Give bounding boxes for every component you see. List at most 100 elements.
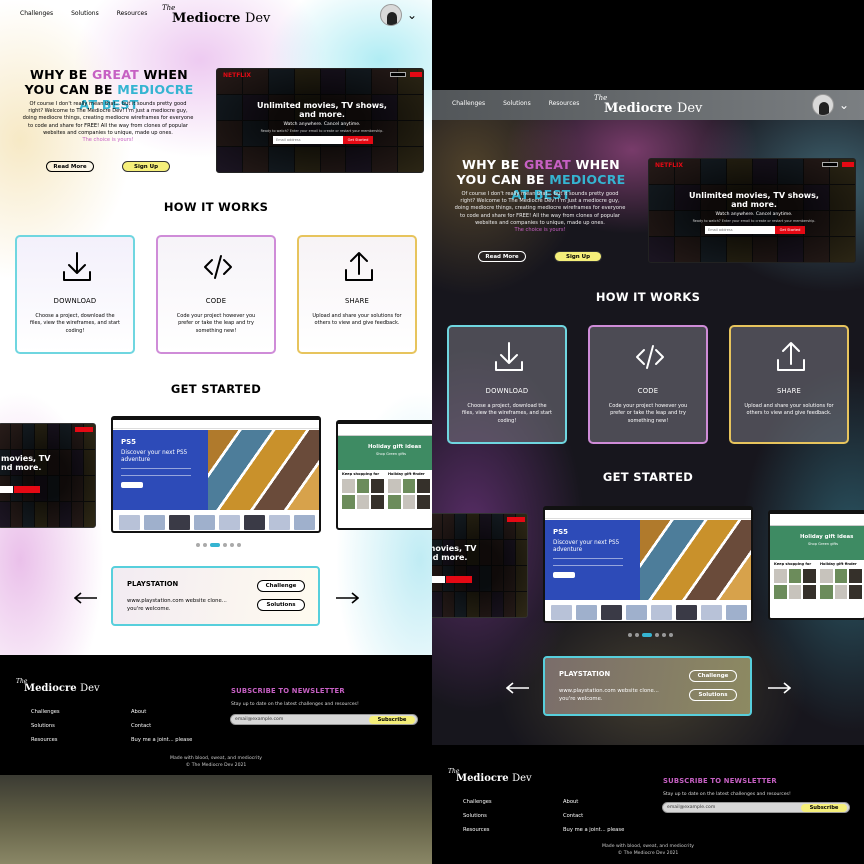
netflix-logo: NETFLIX	[655, 162, 683, 169]
copyright: © The Mediocre Dev 2021	[617, 851, 679, 856]
avatar[interactable]	[380, 4, 402, 26]
arrow-right-icon[interactable]	[335, 592, 359, 604]
carousel-dot[interactable]	[635, 633, 639, 637]
carousel-dot[interactable]	[628, 633, 632, 637]
read-more-button[interactable]: Read More	[478, 251, 526, 262]
arrow-left-icon[interactable]	[74, 592, 98, 604]
chevron-down-icon[interactable]: ⌄	[839, 99, 849, 111]
carousel-slide-playstation[interactable]: PS5 Discover your next PS5 adventure	[111, 416, 321, 533]
share-icon	[777, 342, 805, 371]
carousel-dot[interactable]	[196, 543, 200, 547]
footer-link-resources[interactable]: Resources	[463, 827, 490, 833]
shop-col: Keep shopping for	[774, 562, 816, 618]
netflix-get-started	[446, 576, 472, 583]
share-icon	[345, 252, 373, 281]
card-download[interactable]: DOWNLOAD Choose a project, download the …	[447, 325, 567, 444]
carousel-dot-active[interactable]	[210, 543, 220, 547]
subscribe-button[interactable]: Subscribe	[801, 804, 847, 812]
challenge-button[interactable]: Challenge	[689, 670, 737, 682]
carousel-dot[interactable]	[662, 633, 666, 637]
read-more-button[interactable]: Read More	[46, 161, 94, 172]
shop-sub: Shop Green gifts	[376, 452, 406, 456]
carousel-dot[interactable]	[223, 543, 227, 547]
carousel-dot[interactable]	[655, 633, 659, 637]
footer-link-solutions[interactable]: Solutions	[463, 813, 487, 819]
footer-link-donate[interactable]: Buy me a joint... please	[563, 827, 624, 833]
shop-col-title: Keep shopping for	[342, 472, 380, 476]
logo-bold-text: Mediocre	[24, 683, 77, 694]
site-logo[interactable]: The Mediocre Dev	[162, 4, 282, 28]
footer-link-contact[interactable]: Contact	[131, 723, 151, 729]
card-share[interactable]: SHARE Upload and share your solutions fo…	[297, 235, 417, 354]
how-it-works-title: HOW IT WORKS	[163, 200, 269, 214]
hero-accent: The choice is yours!	[514, 227, 566, 234]
carousel-slide-playstation[interactable]: PS5 Discover your next PS5 adventure	[543, 506, 753, 623]
footer-logo[interactable]: The Mediocre Dev	[16, 678, 106, 700]
nav-link-solutions[interactable]: Solutions	[503, 100, 531, 107]
solutions-button[interactable]: Solutions	[689, 689, 737, 701]
card-title: DOWNLOAD	[485, 387, 529, 395]
footer-credits: Made with blood, sweat, and mediocrity ©…	[558, 843, 738, 857]
nav-link-resources[interactable]: Resources	[117, 10, 148, 17]
logo-light-text: Dev	[676, 101, 703, 116]
project-card[interactable]: PLAYSTATION www.playstation.com website …	[543, 656, 752, 716]
carousel-dot[interactable]	[237, 543, 241, 547]
netflix-sign-in	[507, 517, 525, 522]
footer-link-about[interactable]: About	[563, 799, 578, 805]
netflix-preview[interactable]: NETFLIX Unlimited movies, TV shows, and …	[648, 158, 856, 263]
card-code[interactable]: CODE Code your project however you prefe…	[588, 325, 708, 444]
footer-logo[interactable]: The Mediocre Dev	[448, 768, 538, 790]
sign-up-button[interactable]: Sign Up	[122, 161, 170, 172]
card-share[interactable]: SHARE Upload and share your solutions fo…	[729, 325, 849, 444]
card-title: CODE	[205, 297, 227, 305]
carousel-slide-netflix[interactable]: movies, TV nd more.	[0, 423, 96, 528]
challenge-button[interactable]: Challenge	[257, 580, 305, 592]
newsletter-note: Stay up to date on the latest challenges…	[231, 702, 359, 707]
newsletter-form: email@example.com Subscribe	[230, 714, 418, 725]
card-code[interactable]: CODE Code your project however you prefe…	[156, 235, 276, 354]
footer-link-resources[interactable]: Resources	[31, 737, 58, 743]
logo-light-text: Dev	[80, 683, 100, 694]
netflix-sign-in	[842, 162, 854, 167]
card-desc: Upload and share your solutions for othe…	[312, 313, 402, 327]
netflix-preview[interactable]: NETFLIX Unlimited movies, TV shows, and …	[216, 68, 424, 173]
avatar[interactable]	[812, 94, 834, 116]
newsletter-email-input[interactable]: email@example.com	[235, 716, 283, 724]
carousel-slide-shop[interactable]: Holiday gift ideas Shop Green gifts Keep…	[336, 420, 432, 530]
solutions-button[interactable]: Solutions	[257, 599, 305, 611]
subscribe-button[interactable]: Subscribe	[369, 716, 415, 724]
netflix-headline: Unlimited movies, TV shows, and more.	[689, 191, 819, 209]
carousel-dot[interactable]	[230, 543, 234, 547]
shop-col: Holiday gift finder	[820, 562, 862, 618]
carousel-dot[interactable]	[669, 633, 673, 637]
hero-title-part: WHY BE	[462, 157, 524, 172]
netflix-subline: Watch anywhere. Cancel anytime.	[715, 212, 793, 217]
carousel-dot[interactable]	[203, 543, 207, 547]
nav-link-resources[interactable]: Resources	[549, 100, 580, 107]
netflix-shade	[217, 69, 423, 172]
nav-link-challenges[interactable]: Challenges	[20, 10, 53, 17]
download-icon	[63, 252, 91, 281]
carousel-dot-active[interactable]	[642, 633, 652, 637]
chevron-down-icon[interactable]: ⌄	[407, 9, 417, 21]
carousel-dots	[628, 633, 673, 637]
carousel-slide-netflix[interactable]: movies, TV nd more.	[432, 513, 528, 618]
newsletter-email-input[interactable]: email@example.com	[667, 804, 715, 812]
sign-up-button[interactable]: Sign Up	[554, 251, 602, 262]
footer-link-donate[interactable]: Buy me a joint... please	[131, 737, 192, 743]
footer-link-solutions[interactable]: Solutions	[31, 723, 55, 729]
site-logo[interactable]: The Mediocre Dev	[594, 94, 714, 118]
card-download[interactable]: DOWNLOAD Choose a project, download the …	[15, 235, 135, 354]
footer-link-challenges[interactable]: Challenges	[463, 799, 492, 805]
shop-col-title: Holiday gift finder	[388, 472, 425, 476]
project-card[interactable]: PLAYSTATION www.playstation.com website …	[111, 566, 320, 626]
footer-link-about[interactable]: About	[131, 709, 146, 715]
nav-link-challenges[interactable]: Challenges	[452, 100, 485, 107]
arrow-left-icon[interactable]	[506, 682, 530, 694]
nav-link-solutions[interactable]: Solutions	[71, 10, 99, 17]
carousel-slide-shop[interactable]: Holiday gift ideas Shop Green gifts Keep…	[768, 510, 864, 620]
footer-link-contact[interactable]: Contact	[563, 813, 583, 819]
footer-link-challenges[interactable]: Challenges	[31, 709, 60, 715]
netflix-shade	[0, 424, 95, 527]
arrow-right-icon[interactable]	[767, 682, 791, 694]
